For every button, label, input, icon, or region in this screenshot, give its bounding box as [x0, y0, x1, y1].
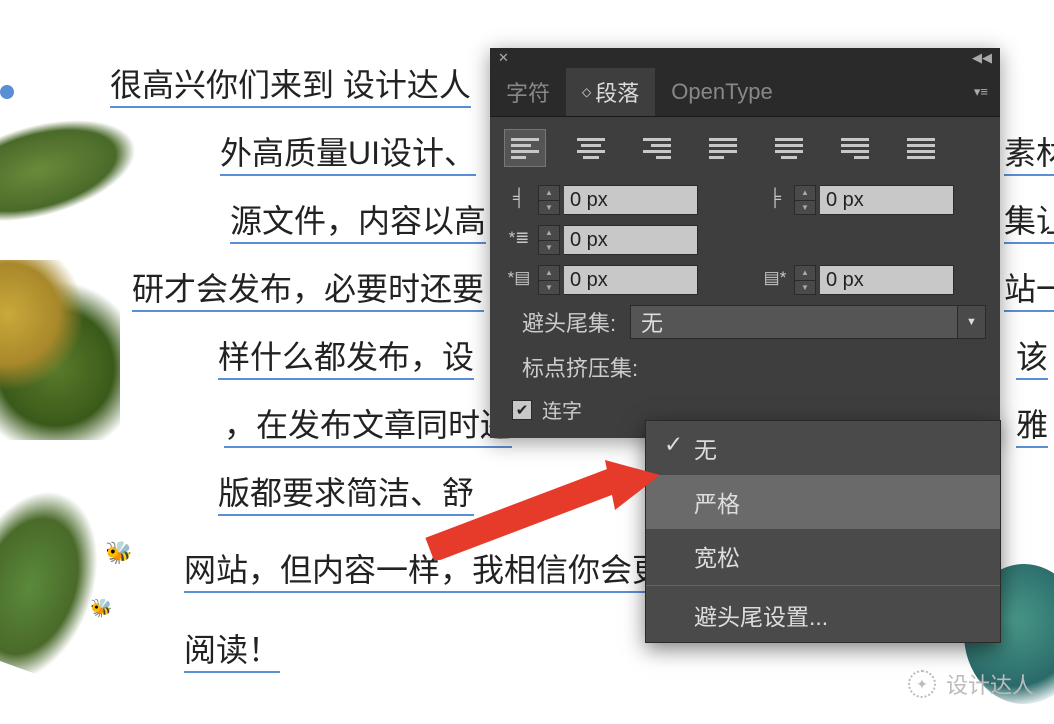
- space-before-group: *▤ ▲▼ 0 px: [504, 265, 698, 295]
- dropdown-item-none[interactable]: 无: [646, 421, 1000, 475]
- text-line[interactable]: ，在发布文章同时还: [224, 400, 512, 448]
- left-indent-input[interactable]: 0 px: [564, 185, 698, 215]
- tab-opentype[interactable]: OpenType: [655, 71, 789, 113]
- space-after-input[interactable]: 0 px: [820, 265, 954, 295]
- right-indent-group: ╞ ▲▼ 0 px: [760, 185, 954, 215]
- text-line[interactable]: 阅读！: [184, 625, 280, 673]
- decorative-bee-icon: 🐝: [90, 598, 112, 619]
- justify-left-button[interactable]: [702, 129, 744, 167]
- text-fragment: 集让: [1004, 196, 1054, 244]
- panel-body: ╡ ▲▼ 0 px ╞ ▲▼ 0 px *≣ ▲▼ 0 px *▤ ▲▼ 0 p…: [490, 117, 1000, 438]
- paragraph-panel: ✕ ◀◀ 字符 ◇ 段落 OpenType ▾≡ ╡ ▲▼: [490, 48, 1000, 438]
- chevron-icon: ◇: [582, 85, 591, 99]
- align-right-button[interactable]: [636, 129, 678, 167]
- firstline-indent-stepper[interactable]: ▲▼: [538, 225, 560, 255]
- wechat-icon: ✦: [908, 670, 936, 698]
- text-fragment: 雅: [1016, 400, 1048, 448]
- tab-label: OpenType: [671, 79, 773, 105]
- text-line[interactable]: 源文件，内容以高: [230, 196, 486, 244]
- mojikumi-label: 标点挤压集:: [504, 351, 638, 383]
- kinsoku-select[interactable]: 无 ▼: [630, 305, 986, 339]
- firstline-indent-group: *≣ ▲▼ 0 px: [504, 225, 698, 255]
- panel-tabs: 字符 ◇ 段落 OpenType ▾≡: [490, 68, 1000, 117]
- text-fragment: 站一: [1004, 264, 1054, 312]
- tab-character[interactable]: 字符: [490, 68, 566, 116]
- text-line[interactable]: 很高兴你们来到 设计达人: [110, 60, 471, 108]
- space-after-icon: ▤*: [760, 268, 790, 292]
- text-fragment: 该: [1016, 332, 1048, 380]
- left-indent-icon: ╡: [504, 188, 534, 212]
- text-line[interactable]: 网站，但内容一样，我相信你会更: [184, 545, 664, 593]
- text-line[interactable]: 外高质量UI设计、: [220, 128, 476, 176]
- dropdown-item-settings[interactable]: 避头尾设置...: [646, 588, 1000, 642]
- space-after-group: ▤* ▲▼ 0 px: [760, 265, 954, 295]
- chevron-down-icon: ▼: [957, 306, 985, 338]
- align-center-button[interactable]: [570, 129, 612, 167]
- firstline-indent-input[interactable]: 0 px: [564, 225, 698, 255]
- right-indent-input[interactable]: 0 px: [820, 185, 954, 215]
- watermark-text: 设计达人: [946, 668, 1034, 700]
- dropdown-item-strict[interactable]: 严格: [646, 475, 1000, 529]
- space-before-stepper[interactable]: ▲▼: [538, 265, 560, 295]
- tab-label: 字符: [506, 76, 550, 108]
- left-indent-group: ╡ ▲▼ 0 px: [504, 185, 698, 215]
- text-fragment: 素材: [1004, 128, 1054, 176]
- close-icon[interactable]: ✕: [498, 50, 509, 66]
- text-line[interactable]: 版都要求简洁、舒: [218, 468, 474, 516]
- panel-titlebar[interactable]: ✕ ◀◀: [490, 48, 1000, 68]
- space-before-icon: *▤: [504, 268, 534, 292]
- justify-right-button[interactable]: [834, 129, 876, 167]
- watermark: ✦ 设计达人: [908, 668, 1034, 700]
- text-line[interactable]: 样什么都发布，设: [218, 332, 474, 380]
- tab-label: 段落: [595, 76, 639, 108]
- hyphenate-checkbox[interactable]: ✔: [512, 400, 532, 420]
- tab-paragraph[interactable]: ◇ 段落: [566, 68, 655, 116]
- right-indent-stepper[interactable]: ▲▼: [794, 185, 816, 215]
- text-line[interactable]: 研才会发布，必要时还要: [132, 264, 484, 312]
- right-indent-icon: ╞: [760, 188, 790, 212]
- justify-center-button[interactable]: [768, 129, 810, 167]
- hyphenate-label: 连字: [542, 395, 582, 424]
- align-left-button[interactable]: [504, 129, 546, 167]
- panel-menu-icon[interactable]: ▾≡: [962, 84, 1000, 100]
- collapse-icon[interactable]: ◀◀: [972, 50, 992, 66]
- firstline-indent-icon: *≣: [504, 228, 534, 252]
- kinsoku-value: 无: [641, 306, 663, 338]
- space-before-input[interactable]: 0 px: [564, 265, 698, 295]
- kinsoku-label: 避头尾集:: [504, 306, 622, 338]
- left-indent-stepper[interactable]: ▲▼: [538, 185, 560, 215]
- dropdown-item-loose[interactable]: 宽松: [646, 529, 1000, 583]
- kinsoku-dropdown: 无 严格 宽松 避头尾设置...: [645, 420, 1001, 643]
- dropdown-separator: [646, 585, 1000, 586]
- alignment-row: [504, 129, 986, 167]
- selection-handle-icon[interactable]: [0, 85, 14, 99]
- decorative-bee-icon: 🐝: [105, 540, 132, 566]
- justify-full-button[interactable]: [900, 129, 942, 167]
- space-after-stepper[interactable]: ▲▼: [794, 265, 816, 295]
